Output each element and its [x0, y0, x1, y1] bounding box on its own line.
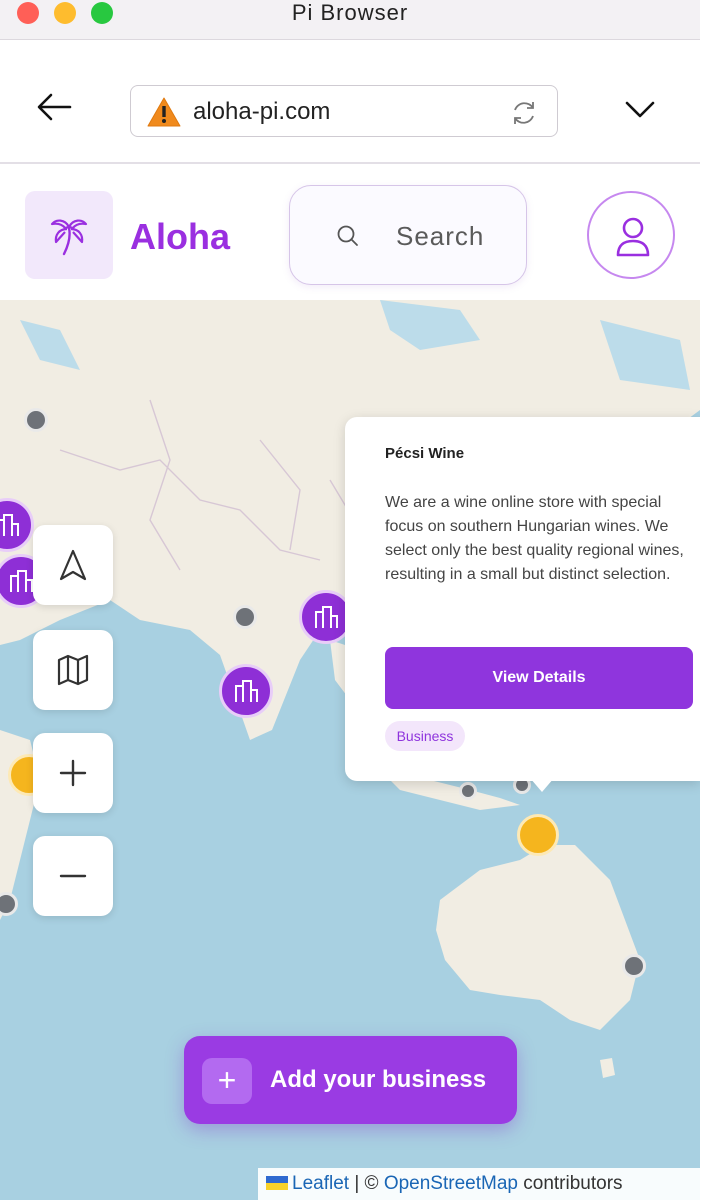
user-icon [616, 217, 650, 257]
building-icon [0, 514, 19, 536]
chevron-down-icon[interactable] [624, 98, 656, 122]
map-icon [57, 654, 89, 686]
brand-name: Aloha [130, 216, 231, 257]
business-popup: Pécsi Wine We are a wine online store wi… [345, 417, 700, 781]
url-text: aloha-pi.com [193, 98, 331, 125]
map-marker[interactable] [233, 605, 257, 629]
zoom-out-button[interactable] [33, 836, 113, 916]
plus-icon: + [202, 1058, 252, 1104]
minus-icon [59, 874, 87, 878]
app-header: Aloha [0, 166, 700, 300]
map-layers-button[interactable] [33, 630, 113, 710]
search-icon [337, 225, 358, 246]
zoom-in-button[interactable] [33, 733, 113, 813]
navigation-arrow-icon [59, 549, 87, 581]
view-details-button[interactable]: View Details [385, 647, 693, 709]
leaflet-link[interactable]: Leaflet [292, 1173, 349, 1194]
browser-navbar: aloha-pi.com [0, 40, 700, 164]
add-business-button[interactable]: + Add your business [184, 1036, 517, 1124]
featured-marker[interactable] [517, 814, 559, 856]
popup-description: We are a wine online store with special … [385, 494, 684, 583]
popup-title: Pécsi Wine [385, 445, 465, 462]
search-box[interactable] [289, 185, 527, 285]
ukraine-flag-icon [266, 1176, 288, 1190]
search-input[interactable] [396, 216, 516, 256]
map-marker[interactable] [24, 408, 48, 432]
reload-icon[interactable] [509, 98, 539, 128]
osm-link[interactable]: OpenStreetMap [384, 1173, 518, 1194]
locate-button[interactable] [33, 525, 113, 605]
building-icon [235, 680, 258, 702]
plus-icon [59, 759, 87, 787]
map-view[interactable]: Pécsi Wine We are a wine online store wi… [0, 300, 700, 1200]
palm-tree-icon [50, 219, 88, 256]
arrow-left-icon [37, 93, 72, 121]
attribution-suffix: contributors [523, 1173, 623, 1194]
map-attribution: Leaflet | © OpenStreetMap contributors [258, 1168, 700, 1200]
building-icon [10, 570, 33, 592]
business-marker[interactable] [219, 664, 273, 718]
logo[interactable] [25, 191, 113, 279]
category-tag: Business [385, 721, 465, 751]
building-icon [315, 606, 338, 628]
map-marker[interactable] [459, 782, 477, 800]
map-marker[interactable] [622, 954, 646, 978]
warning-icon [147, 97, 181, 127]
copyright-symbol: © [364, 1173, 379, 1194]
back-button[interactable] [36, 92, 72, 122]
window-title: Pi Browser [291, 0, 409, 25]
add-business-label: Add your business [270, 1066, 487, 1093]
profile-button[interactable] [587, 191, 675, 279]
popup-tip [530, 778, 554, 792]
attribution-separator: | [354, 1173, 360, 1194]
address-bar[interactable]: aloha-pi.com [130, 85, 558, 137]
window-titlebar: Pi Browser [0, 0, 700, 40]
